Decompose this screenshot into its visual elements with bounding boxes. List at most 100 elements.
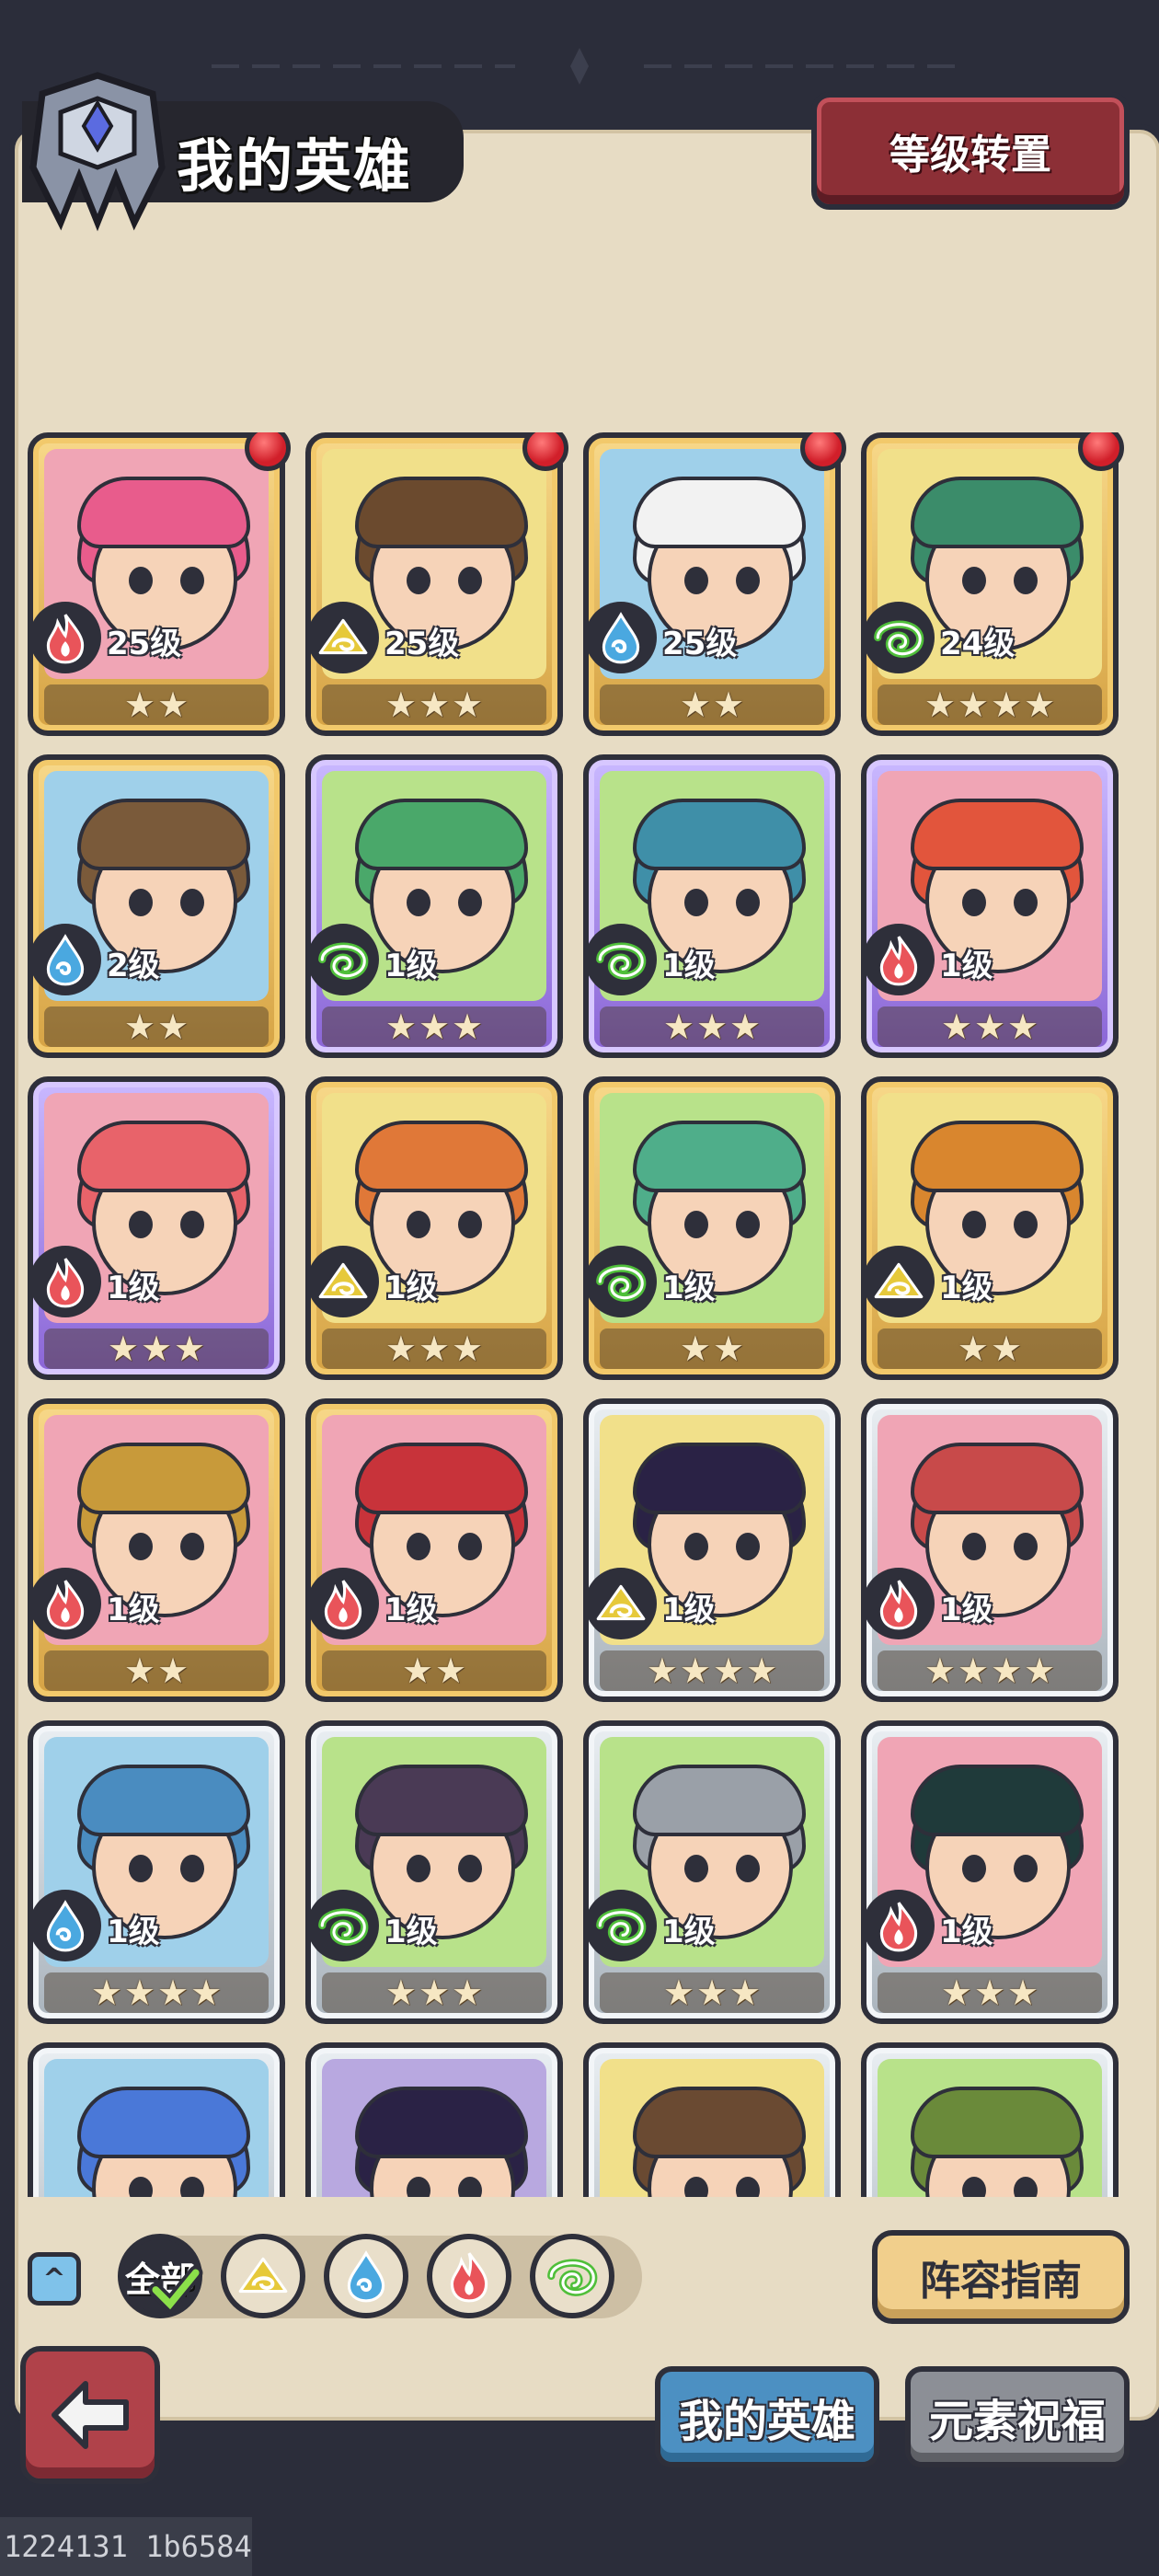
star-icon: ★	[957, 1650, 989, 1691]
hero-card[interactable]: 25级 ★ ★	[583, 432, 841, 736]
earth-element-icon	[866, 1246, 935, 1317]
star-icon: ★	[157, 1006, 189, 1047]
star-icon: ★	[452, 1006, 484, 1047]
hero-card[interactable]: 1级 ★ ★ ★ ★	[583, 1398, 841, 1702]
hero-card[interactable]: 2级 ★ ★	[28, 754, 285, 1058]
star-icon: ★	[1024, 1650, 1056, 1691]
hero-card[interactable]: 1级 ★ ★	[583, 1076, 841, 1380]
tab-my-heroes[interactable]: 我的英雄	[655, 2366, 879, 2467]
star-icon: ★	[123, 684, 155, 725]
fire-element-icon	[33, 1568, 101, 1639]
hero-card[interactable]: 1级 ★ ★ ★ ★	[861, 1398, 1119, 1702]
earth-element-icon	[311, 1246, 379, 1317]
hero-level: 1级	[940, 1592, 993, 1628]
fire-element-icon	[33, 1246, 101, 1317]
star-icon: ★	[1007, 1006, 1039, 1047]
star-icon: ★	[940, 1972, 972, 2013]
back-button[interactable]	[20, 2346, 160, 2484]
hero-card[interactable]: 24级 ★ ★ ★ ★	[861, 432, 1119, 736]
checkmark-icon	[148, 2265, 203, 2316]
wind-element-icon	[589, 1890, 657, 1961]
star-icon: ★	[418, 684, 451, 725]
star-rating: ★ ★ ★ ★	[878, 684, 1102, 725]
hero-level: 2级	[107, 948, 160, 984]
star-rating: ★ ★	[600, 684, 824, 725]
back-arrow-icon	[52, 2381, 129, 2449]
filter-fire-button[interactable]	[427, 2234, 511, 2318]
star-icon: ★	[713, 1328, 745, 1369]
hero-card[interactable]	[305, 2042, 563, 2197]
star-icon: ★	[157, 1650, 189, 1691]
water-element-icon	[589, 602, 657, 673]
star-icon: ★	[384, 1006, 417, 1047]
hero-card[interactable]: 1级 ★ ★ ★	[305, 1076, 563, 1380]
star-rating: ★ ★ ★	[322, 1972, 546, 2013]
hero-level: 24级	[940, 626, 1016, 662]
star-rating: ★ ★ ★	[878, 1006, 1102, 1047]
hero-card[interactable]: 1级 ★ ★ ★	[861, 1720, 1119, 2024]
star-icon: ★	[679, 684, 711, 725]
star-icon: ★	[384, 1972, 417, 2013]
star-icon: ★	[746, 1650, 778, 1691]
page-title: 我的英雄	[177, 132, 413, 200]
hero-card[interactable]: 1级 ★ ★ ★	[583, 1720, 841, 2024]
star-icon: ★	[384, 1328, 417, 1369]
chevron-up-icon: ^	[42, 2262, 66, 2295]
collapse-button[interactable]: ^	[28, 2252, 81, 2306]
hero-level: 1级	[662, 1592, 716, 1628]
hero-card[interactable]: 25级 ★ ★	[28, 432, 285, 736]
hero-level: 1级	[940, 1914, 993, 1950]
hero-card[interactable]: 1级 ★ ★ ★	[305, 754, 563, 1058]
wind-element-icon	[866, 602, 935, 673]
hero-level: 1级	[384, 1270, 438, 1306]
star-icon: ★	[123, 1650, 155, 1691]
hero-card[interactable]	[28, 2042, 285, 2197]
star-icon: ★	[157, 1972, 189, 2013]
tab-element-blessing[interactable]: 元素祝福	[905, 2366, 1130, 2467]
hero-card[interactable]: 1级 ★ ★ ★ ★	[28, 1720, 285, 2024]
hero-portrait	[878, 2059, 1102, 2197]
star-icon: ★	[957, 1328, 989, 1369]
star-icon: ★	[729, 1972, 762, 2013]
hero-level: 1级	[384, 1592, 438, 1628]
star-icon: ★	[973, 1006, 1006, 1047]
hero-card[interactable]	[861, 2042, 1119, 2197]
lineup-guide-label: 阵容指南	[920, 2258, 1082, 2305]
star-icon: ★	[418, 1006, 451, 1047]
star-icon: ★	[418, 1328, 451, 1369]
hero-card[interactable]: 1级 ★ ★	[28, 1398, 285, 1702]
level-transfer-button[interactable]: 等级转置	[811, 92, 1130, 210]
star-rating: ★ ★ ★ ★	[44, 1972, 269, 2013]
hero-card[interactable]: 1级 ★ ★ ★	[28, 1076, 285, 1380]
star-rating: ★ ★	[878, 1328, 1102, 1369]
hero-portrait	[44, 2059, 269, 2197]
star-icon: ★	[157, 684, 189, 725]
hero-card[interactable]	[583, 2042, 841, 2197]
filter-all-button[interactable]: 全部	[118, 2234, 203, 2318]
water-element-icon	[338, 2248, 395, 2305]
filter-earth-button[interactable]	[221, 2234, 305, 2318]
star-icon: ★	[384, 684, 417, 725]
hero-card[interactable]: 1级 ★ ★ ★	[861, 754, 1119, 1058]
hero-card[interactable]: 1级 ★ ★	[861, 1076, 1119, 1380]
star-icon: ★	[1007, 1972, 1039, 2013]
star-rating: ★ ★	[322, 1650, 546, 1691]
hero-card[interactable]: 1级 ★ ★ ★	[305, 1720, 563, 2024]
star-icon: ★	[401, 1650, 433, 1691]
lineup-guide-button[interactable]: 阵容指南	[872, 2230, 1130, 2324]
star-icon: ★	[662, 1006, 694, 1047]
hero-card[interactable]: 1级 ★ ★	[305, 1398, 563, 1702]
filter-water-button[interactable]	[324, 2234, 408, 2318]
hero-card[interactable]: 1级 ★ ★ ★	[583, 754, 841, 1058]
star-rating: ★ ★ ★	[322, 1006, 546, 1047]
star-rating: ★ ★	[44, 1006, 269, 1047]
star-rating: ★ ★	[600, 1328, 824, 1369]
hero-card[interactable]: 25级 ★ ★ ★	[305, 432, 563, 736]
star-icon: ★	[662, 1972, 694, 2013]
debug-id-text: 1224131 1b6584	[0, 2517, 252, 2576]
hero-level: 1级	[384, 1914, 438, 1950]
filter-wind-button[interactable]	[530, 2234, 614, 2318]
star-icon: ★	[435, 1650, 467, 1691]
star-icon: ★	[452, 1328, 484, 1369]
star-rating: ★ ★	[44, 684, 269, 725]
